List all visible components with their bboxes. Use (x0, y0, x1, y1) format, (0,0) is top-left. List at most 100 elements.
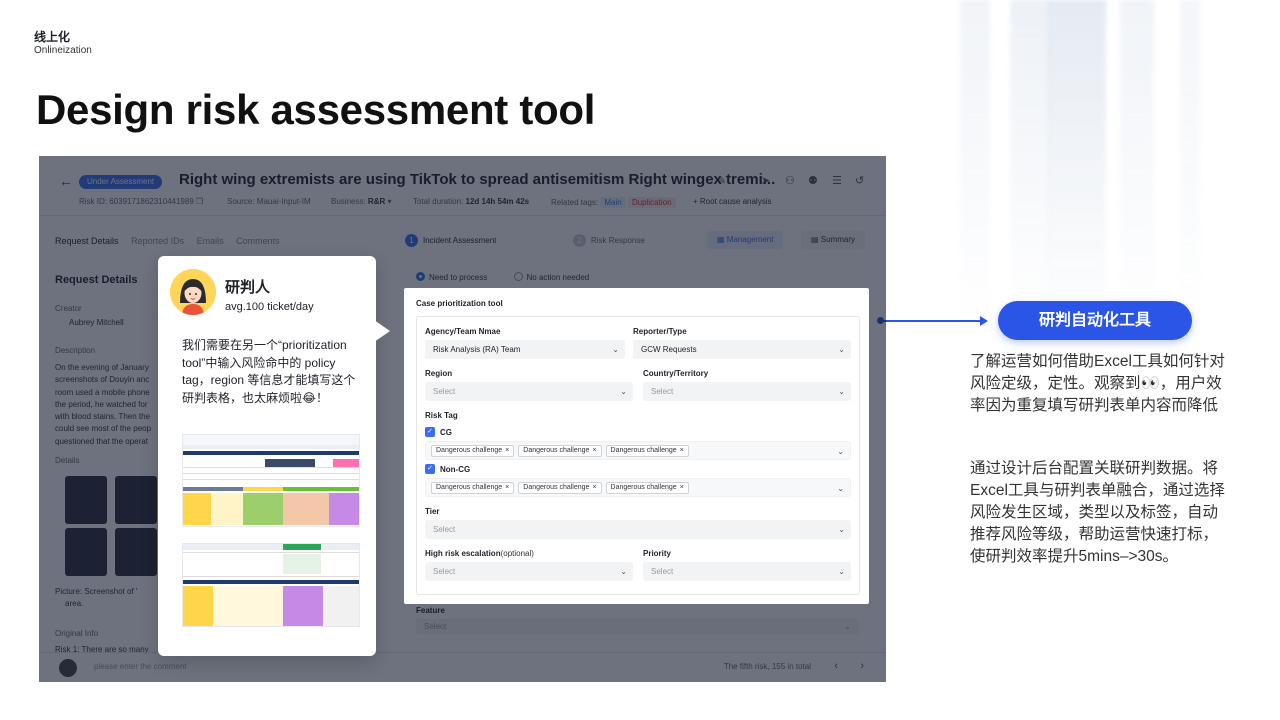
list-icon[interactable]: ☰ (832, 174, 842, 187)
radio-need-to-process[interactable]: Need to process (416, 272, 487, 282)
background-decoration (1120, 0, 1154, 330)
bubble-tail (374, 320, 390, 342)
cg-checkbox[interactable]: ✓ (425, 427, 435, 437)
summary-tab[interactable]: ▤ Summary (801, 231, 866, 249)
history-icon[interactable]: ↺ (855, 174, 864, 187)
chevron-down-icon: ⌄ (612, 345, 619, 354)
description-label: Description (55, 346, 96, 355)
detail-thumbnail[interactable] (115, 528, 157, 576)
tag-chip: Dangerous challenge × (518, 482, 602, 494)
feature-label: Feature (416, 606, 445, 615)
tag-chip: Dangerous challenge × (518, 445, 602, 457)
picture-caption: Picture: Screenshot of ' (55, 587, 138, 596)
left-tabs: Request Details Reported IDs Emails Comm… (55, 236, 290, 246)
risk-pager-text: The fifth risk, 155 in total (723, 662, 811, 671)
tier-select[interactable]: Select ⌄ (425, 520, 851, 539)
chevron-down-icon: ⌄ (838, 345, 845, 354)
feature-select[interactable]: Select ⌄ (416, 619, 859, 635)
close-icon[interactable]: × (680, 484, 684, 491)
check-icon: ✓ (427, 465, 433, 472)
tab-comments[interactable]: Comments (236, 236, 280, 246)
chevron-down-icon: ⌄ (838, 567, 845, 576)
noncg-label: Non-CG (440, 465, 471, 474)
business[interactable]: Business: R&R ▾ (331, 197, 392, 206)
edit-icon[interactable]: ✎ (717, 174, 726, 187)
solution-paragraph: 通过设计后台配置关联研判数据。将Excel工具与研判表单融合，通过选择风险发生区… (970, 460, 1225, 565)
excel-sheet-thumbnail (182, 543, 360, 627)
copy-icon[interactable]: ❐ (196, 197, 203, 206)
agency-label: Agency/Team Nmae (425, 327, 501, 336)
case-prioritization-form: Case prioritization tool Agency/Team Nma… (404, 288, 869, 604)
process-radio-group: Need to process No action needed (416, 272, 589, 282)
tab-request-details[interactable]: Request Details (55, 236, 119, 246)
detail-thumbnail[interactable] (65, 528, 107, 576)
feature-pill: 研判自动化工具 (998, 301, 1192, 340)
total-duration: Total duration: 12d 14h 54m 42s (413, 197, 530, 206)
tab-reported-ids[interactable]: Reported IDs (131, 236, 184, 246)
radio-no-action[interactable]: No action needed (513, 272, 589, 282)
prev-icon[interactable]: ‹ (834, 660, 838, 672)
creator-name: Aubrey Mitchell (69, 318, 124, 327)
case-title: Right wing extremists are using TikTok t… (179, 171, 776, 188)
reporter-select[interactable]: GCW Requests ⌄ (633, 340, 851, 359)
original-info-label: Original Info (55, 629, 99, 638)
details-label: Details (55, 456, 80, 465)
risk-tag-label: Risk Tag (425, 411, 458, 420)
management-tab[interactable]: ▦ Management (707, 231, 784, 249)
cg-label: CG (440, 428, 452, 437)
chevron-down-icon: ⌄ (620, 567, 627, 576)
persona-ticket-rate: avg.100 ticket/day (225, 301, 314, 313)
next-icon[interactable]: › (860, 660, 864, 672)
escalation-select[interactable]: Select ⌄ (425, 562, 633, 581)
background-decoration (960, 0, 990, 330)
user-icon[interactable]: ⚇ (785, 174, 795, 187)
tab-emails[interactable]: Emails (197, 236, 224, 246)
tag-chip: Dangerous challenge × (605, 482, 689, 494)
case-header: ← Under Assessment Right wing extremists… (39, 156, 886, 216)
excel-sheet-thumbnail (182, 434, 360, 527)
background-decoration (1180, 0, 1200, 330)
step-risk-response[interactable]: 2 Risk Response (573, 234, 645, 247)
assessment-steps: 1 Incident Assessment 2 Risk Response ▦ Ma… (405, 231, 870, 251)
users-icon[interactable]: ⚉ (808, 174, 818, 187)
root-cause-link[interactable]: + Root cause analysis (693, 197, 772, 206)
section-kicker: 线上化 (34, 30, 71, 44)
close-icon[interactable]: × (505, 484, 509, 491)
form-body: Agency/Team Nmae Risk Analysis (RA) Team… (416, 316, 860, 595)
region-select[interactable]: Select ⌄ (425, 382, 633, 401)
noncg-tag-select[interactable]: Dangerous challenge × Dangerous challenge ×… (425, 478, 851, 497)
risk-id: Risk ID: 6039171862310441989 ❐ (79, 197, 204, 206)
related-tags: Related tags: Main Duplication (551, 197, 676, 208)
tier-label: Tier (425, 507, 440, 516)
section-kicker-subtitle: Onlineization (34, 45, 92, 56)
chevron-down-icon: ⌄ (620, 387, 627, 396)
close-icon[interactable]: × (505, 447, 509, 454)
close-icon[interactable]: × (592, 447, 596, 454)
page-title: Design risk assessment tool (36, 86, 596, 133)
agency-select[interactable]: Risk Analysis (RA) Team ⌄ (425, 340, 625, 359)
cg-tag-select[interactable]: Dangerous challenge × Dangerous challenge ×… (425, 441, 851, 460)
excel-sheet-preview (183, 544, 359, 626)
comment-input[interactable]: please enter the comment (94, 662, 187, 671)
chevron-down-icon: ⌄ (837, 447, 844, 456)
chevron-down-icon: ⌄ (844, 622, 851, 631)
avatar (59, 659, 77, 677)
arrow-right-icon (980, 316, 988, 326)
close-icon[interactable]: × (680, 447, 684, 454)
chevron-down-icon: ⌄ (837, 484, 844, 493)
picture-caption-cont: area. (65, 599, 84, 608)
send-icon[interactable]: ➤ (761, 174, 770, 187)
priority-label: Priority (643, 549, 672, 558)
persona-bubble: 研判人 avg.100 ticket/day 我们需要在另一个“prioriti… (158, 256, 390, 656)
detail-thumbnail[interactable] (65, 476, 107, 524)
priority-select[interactable]: Select ⌄ (643, 562, 851, 581)
country-select[interactable]: Select ⌄ (643, 382, 851, 401)
escalation-label: High risk escalation(optional) (425, 549, 534, 558)
detail-thumbnail[interactable] (115, 476, 157, 524)
comment-bar: please enter the comment The fifth risk,… (39, 652, 886, 682)
back-arrow-icon[interactable]: ← (59, 173, 73, 189)
noncg-checkbox[interactable]: ✓ (425, 464, 435, 474)
tag-chip: Dangerous challenge × (431, 445, 515, 457)
close-icon[interactable]: × (592, 484, 596, 491)
step-incident-assessment[interactable]: 1 Incident Assessment (405, 234, 496, 247)
